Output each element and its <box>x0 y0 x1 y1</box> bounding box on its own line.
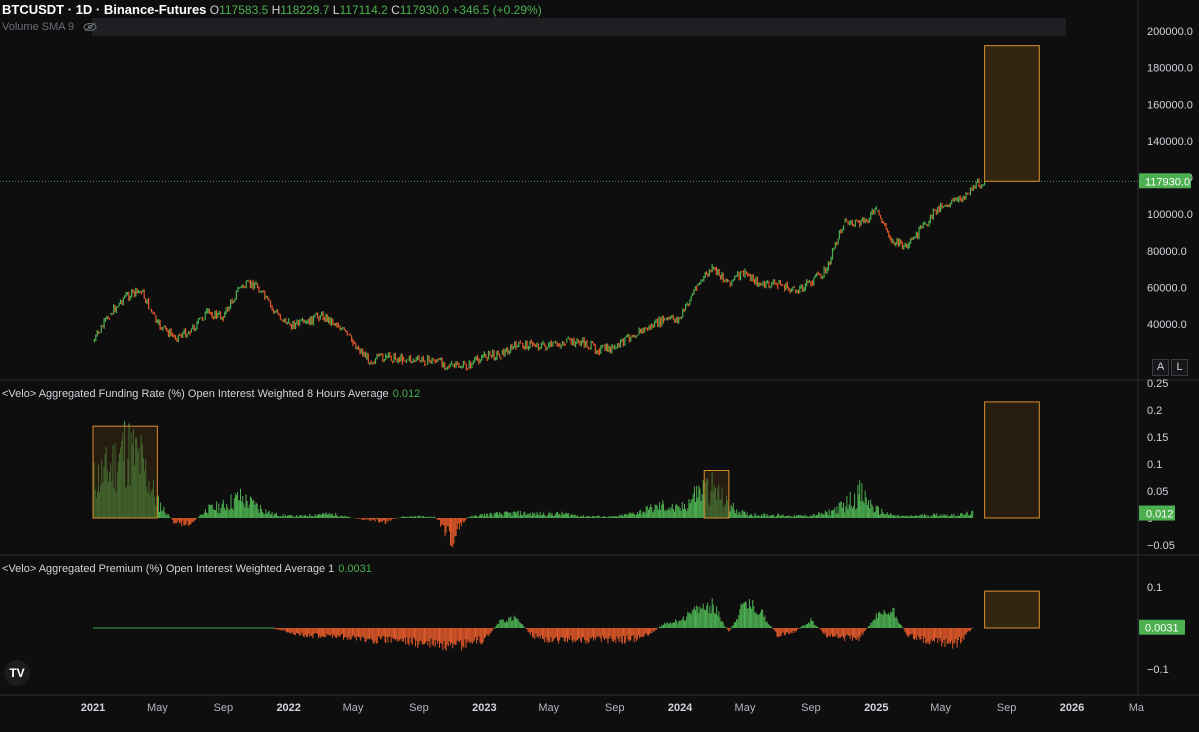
high-label: H <box>271 3 281 17</box>
premium-pane-title[interactable]: <Velo> Aggregated Premium (%) Open Inter… <box>2 563 372 575</box>
change-value: +346.5 (+0.29%) <box>452 3 542 17</box>
price-axis-tick: 60000.0 <box>1147 282 1187 294</box>
volume-label-strip <box>92 18 1066 36</box>
hidden-eye-icon[interactable] <box>83 22 97 32</box>
high-value: 118229.7 <box>280 3 330 17</box>
funding-annotation-box <box>92 425 158 519</box>
price-axis-tick: 160000.0 <box>1147 99 1193 111</box>
time-axis-tick: 2022 <box>276 702 300 714</box>
symbol-title[interactable]: BTCUSDT · 1D · Binance-Futures <box>2 2 206 17</box>
funding-last-label: 0.012 <box>1146 509 1174 521</box>
time-axis-tick: Sep <box>997 702 1017 714</box>
premium-last-label: 0.0031 <box>1145 623 1179 635</box>
tradingview-logo[interactable]: TV <box>4 660 30 686</box>
auto-scale-button[interactable]: A <box>1152 359 1169 376</box>
volume-label: Volume SMA 9 <box>2 21 75 33</box>
funding-title: <Velo> Aggregated Funding Rate (%) Open … <box>2 388 389 400</box>
price-axis-tick: 180000.0 <box>1147 63 1193 75</box>
funding-annotation-box <box>703 469 730 519</box>
price-axis-tick: 200000.0 <box>1147 26 1193 38</box>
funding-annotation-box <box>984 401 1040 519</box>
funding-axis-tick: 0.2 <box>1147 405 1162 417</box>
low-value: 117114.2 <box>339 3 388 17</box>
price-annotation-box <box>984 45 1040 182</box>
time-axis-tick: May <box>930 702 951 714</box>
funding-value: 0.012 <box>392 388 421 400</box>
log-scale-button[interactable]: L <box>1171 359 1188 376</box>
time-axis-tick: 2021 <box>81 702 105 714</box>
funding-axis-tick: 0.05 <box>1147 486 1168 498</box>
close-label: C <box>391 3 400 17</box>
premium-title: <Velo> Aggregated Premium (%) Open Inter… <box>2 563 335 575</box>
close-value: 117930.0 <box>399 3 449 17</box>
time-axis-tick: Sep <box>801 702 821 714</box>
premium-bars <box>93 598 974 651</box>
time-axis-tick: Sep <box>409 702 429 714</box>
time-axis-tick: May <box>735 702 756 714</box>
funding-axis-tick: −0.05 <box>1147 540 1175 552</box>
time-axis-tick: Sep <box>213 702 233 714</box>
last-price-label: 117930.0 <box>1145 176 1190 188</box>
funding-axis-tick: 0.15 <box>1147 432 1168 444</box>
time-axis-tick: May <box>147 702 168 714</box>
premium-axis-tick: −0.1 <box>1147 664 1169 676</box>
volume-indicator[interactable]: Volume SMA 9 <box>2 21 97 33</box>
premium-annotation-box <box>984 590 1040 629</box>
time-axis-tick: May <box>343 702 364 714</box>
time-axis-tick: 2025 <box>864 702 888 714</box>
time-axis-tick: Ma <box>1129 702 1145 714</box>
time-axis-tick: 2023 <box>472 702 496 714</box>
funding-axis-tick: 0.1 <box>1147 459 1162 471</box>
time-axis-tick: May <box>538 702 559 714</box>
price-axis-tick: 100000.0 <box>1147 209 1193 221</box>
open-value: 117583.5 <box>219 3 269 17</box>
funding-axis-tick: 0.25 <box>1147 378 1168 390</box>
premium-value: 0.0031 <box>338 563 372 575</box>
premium-axis-tick: 0.1 <box>1147 582 1162 594</box>
time-axis-tick: Sep <box>605 702 625 714</box>
price-axis-tick: 80000.0 <box>1147 246 1187 258</box>
time-axis-tick: 2024 <box>668 702 693 714</box>
price-axis-tick: 140000.0 <box>1147 136 1193 148</box>
price-axis-tick: 40000.0 <box>1147 319 1187 331</box>
funding-bars <box>92 421 974 547</box>
chart-canvas[interactable]: 200000.0180000.0160000.0140000.0120000.0… <box>0 0 1199 732</box>
funding-pane-title[interactable]: <Velo> Aggregated Funding Rate (%) Open … <box>2 388 420 400</box>
symbol-header: BTCUSDT · 1D · Binance-Futures O117583.5… <box>2 2 542 17</box>
open-label: O <box>209 3 220 17</box>
price-candles <box>93 178 986 371</box>
time-axis-tick: 2026 <box>1060 702 1084 714</box>
